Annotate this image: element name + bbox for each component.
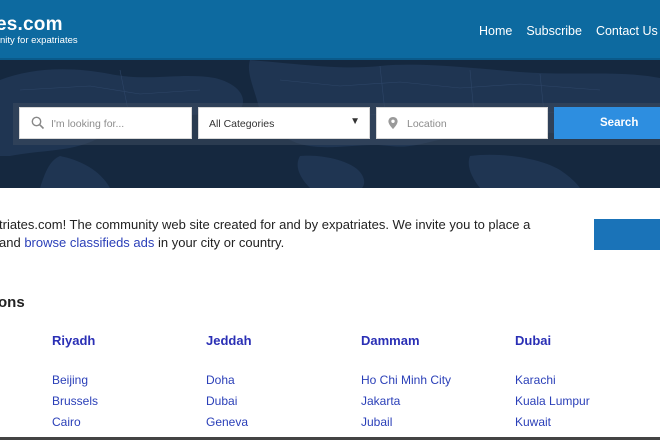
- keyword-input[interactable]: I'm looking for...: [19, 107, 192, 139]
- hero-banner: I'm looking for... All Categories ▼ Loca…: [0, 60, 660, 188]
- intro-line-1: triates.com! The community web site crea…: [0, 217, 531, 232]
- locations-heading: ons: [0, 294, 25, 311]
- city-link-dubai-top[interactable]: Dubai: [515, 333, 551, 348]
- post-ad-button[interactable]: [594, 219, 660, 250]
- map-pin-icon: [388, 117, 398, 129]
- category-select[interactable]: All Categories ▼: [198, 107, 370, 139]
- city-link-kuala-lumpur[interactable]: Kuala Lumpur: [515, 394, 590, 408]
- intro-line-2-prefix: and: [0, 235, 25, 250]
- site-logo[interactable]: es.com: [0, 14, 63, 36]
- location-input[interactable]: Location: [376, 107, 548, 139]
- location-placeholder: Location: [407, 118, 447, 130]
- city-link-jeddah[interactable]: Jeddah: [206, 333, 252, 348]
- intro-line-2-suffix: in your city or country.: [154, 235, 285, 250]
- nav-contact-us[interactable]: Contact Us: [596, 24, 658, 38]
- nav-subscribe[interactable]: Subscribe: [526, 24, 582, 38]
- city-link-jakarta[interactable]: Jakarta: [361, 394, 400, 408]
- city-link-riyadh[interactable]: Riyadh: [52, 333, 95, 348]
- search-button-label: Search: [600, 117, 639, 129]
- search-button[interactable]: Search: [554, 107, 660, 139]
- keyword-placeholder: I'm looking for...: [51, 118, 125, 130]
- city-link-geneva[interactable]: Geneva: [206, 415, 248, 429]
- city-link-cairo[interactable]: Cairo: [52, 415, 81, 429]
- site-tagline: nity for expatriates: [0, 35, 78, 46]
- browse-classifieds-link[interactable]: browse classifieds ads: [24, 235, 154, 250]
- site-header: es.com nity for expatriates Home Subscrib…: [0, 0, 660, 60]
- city-link-doha[interactable]: Doha: [206, 373, 235, 387]
- city-link-dubai[interactable]: Dubai: [206, 394, 237, 408]
- search-icon: [31, 116, 45, 130]
- nav-home[interactable]: Home: [479, 24, 512, 38]
- city-link-kuwait[interactable]: Kuwait: [515, 415, 551, 429]
- intro-line-2: and browse classifieds ads in your city …: [0, 234, 569, 252]
- search-bar: I'm looking for... All Categories ▼ Loca…: [13, 103, 660, 145]
- city-link-karachi[interactable]: Karachi: [515, 373, 556, 387]
- city-link-brussels[interactable]: Brussels: [52, 394, 98, 408]
- city-link-beijing[interactable]: Beijing: [52, 373, 88, 387]
- intro-text: triates.com! The community web site crea…: [0, 216, 569, 252]
- city-link-jubail[interactable]: Jubail: [361, 415, 392, 429]
- category-value: All Categories: [209, 118, 275, 130]
- caret-down-icon: ▼: [350, 116, 360, 127]
- city-link-dammam[interactable]: Dammam: [361, 333, 420, 348]
- main-nav: HomeSubscribeContact UsM: [479, 24, 660, 38]
- city-link-ho-chi-minh-city[interactable]: Ho Chi Minh City: [361, 373, 451, 387]
